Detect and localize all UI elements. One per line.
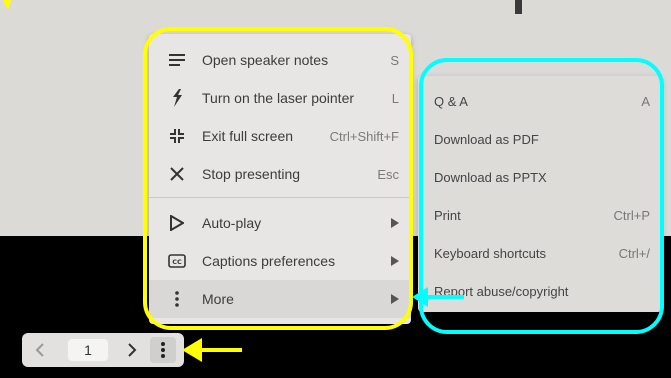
play-icon <box>167 213 187 233</box>
slide-navigation-bar: 1 <box>22 333 184 367</box>
page-number[interactable]: 1 <box>68 339 108 361</box>
more-vertical-icon <box>167 289 187 309</box>
submenu-arrow-icon <box>391 294 399 304</box>
corner-annotation-mark <box>3 0 11 10</box>
more-submenu: Q & A A Download as PDF Download as PPTX… <box>418 76 662 312</box>
menu-item-laser-pointer[interactable]: Turn on the laser pointer L <box>149 79 411 117</box>
submenu-item-shortcut: A <box>641 93 650 109</box>
menu-item-open-speaker-notes[interactable]: Open speaker notes S <box>149 41 411 79</box>
menu-item-captions-preferences[interactable]: CC Captions preferences <box>149 242 411 280</box>
submenu-arrow-icon <box>391 256 399 266</box>
lines-icon <box>167 50 187 70</box>
submenu-item-keyboard-shortcuts[interactable]: Keyboard shortcuts Ctrl+/ <box>418 234 662 272</box>
menu-item-label: Turn on the laser pointer <box>202 90 355 106</box>
svg-text:CC: CC <box>172 258 182 266</box>
close-icon <box>167 164 187 184</box>
submenu-item-label: Keyboard shortcuts <box>434 245 547 261</box>
yellow-arrow-annotation <box>182 338 242 362</box>
menu-item-label: Auto-play <box>202 215 262 231</box>
submenu-item-label: Q & A <box>434 93 468 109</box>
exit-fullscreen-icon <box>167 126 187 146</box>
submenu-item-shortcut: Ctrl+/ <box>618 245 650 261</box>
menu-item-stop-presenting[interactable]: Stop presenting Esc <box>149 155 411 193</box>
cc-icon: CC <box>167 251 187 271</box>
menu-item-label: Exit full screen <box>202 128 294 144</box>
submenu-item-download-pptx[interactable]: Download as PPTX <box>418 158 662 196</box>
chevron-left-icon[interactable] <box>32 341 50 359</box>
menu-item-more[interactable]: More <box>149 280 411 318</box>
menu-item-label: Open speaker notes <box>202 52 329 68</box>
submenu-item-qa[interactable]: Q & A A <box>418 82 662 120</box>
laser-pointer-icon <box>167 88 187 108</box>
cyan-arrow-annotation <box>412 287 464 307</box>
menu-item-label: Captions preferences <box>202 253 336 269</box>
submenu-item-shortcut: Ctrl+P <box>613 207 650 223</box>
menu-item-exit-full-screen[interactable]: Exit full screen Ctrl+Shift+F <box>149 117 411 155</box>
menu-item-shortcut: Ctrl+Shift+F <box>329 128 399 144</box>
submenu-item-download-pdf[interactable]: Download as PDF <box>418 120 662 158</box>
slide-content-mark <box>515 0 522 14</box>
submenu-arrow-icon <box>391 218 399 228</box>
submenu-item-label: Print <box>434 207 461 223</box>
submenu-item-label: Download as PDF <box>434 131 539 147</box>
menu-item-auto-play[interactable]: Auto-play <box>149 204 411 242</box>
menu-item-shortcut: L <box>391 90 399 106</box>
chevron-right-icon[interactable] <box>122 341 140 359</box>
menu-item-shortcut: Esc <box>377 166 399 182</box>
presenter-options-menu: Open speaker notes S Turn on the laser p… <box>149 34 411 324</box>
menu-item-shortcut: S <box>390 52 399 68</box>
submenu-item-print[interactable]: Print Ctrl+P <box>418 196 662 234</box>
menu-divider <box>149 197 411 198</box>
menu-item-label: More <box>202 291 234 307</box>
more-vertical-icon[interactable] <box>150 337 176 363</box>
menu-item-label: Stop presenting <box>202 166 301 182</box>
submenu-item-label: Download as PPTX <box>434 169 547 185</box>
